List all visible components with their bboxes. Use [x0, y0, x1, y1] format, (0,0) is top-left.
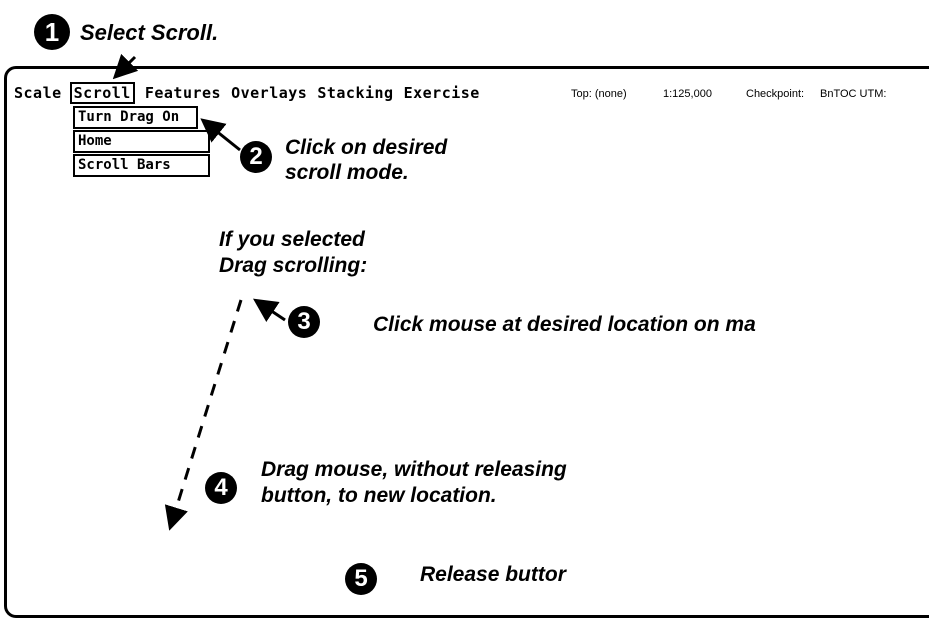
arrow-step-2: [200, 118, 241, 152]
arrow-step-3: [253, 298, 286, 322]
drag-path-arrow: [164, 299, 243, 531]
arrow-step-1: [112, 53, 139, 80]
annotation-arrows: [112, 53, 286, 531]
